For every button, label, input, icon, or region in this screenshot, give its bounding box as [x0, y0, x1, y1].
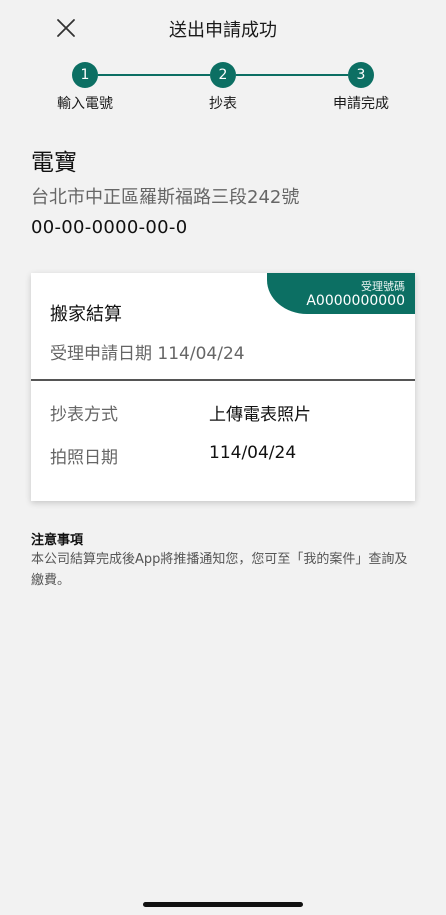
step-1-number: 1	[80, 67, 90, 83]
home-indicator[interactable]	[143, 902, 303, 907]
step-connector	[236, 74, 348, 76]
application-summary-card: 受理號碼 A0000000000 搬家結算 受理申請日期 114/04/24 抄…	[31, 273, 415, 501]
service-address: 台北市中正區羅斯福路三段242號	[31, 187, 300, 208]
ticket-number-value: A0000000000	[306, 293, 405, 309]
progress-stepper: 1 2 3 輸入電號 抄表 申請完成	[0, 60, 446, 120]
step-1-label: 輸入電號	[57, 96, 113, 112]
application-date: 受理申請日期 114/04/24	[50, 344, 245, 364]
account-name: 電寶	[31, 150, 77, 176]
step-3-number: 3	[356, 67, 366, 83]
reading-method-label: 抄表方式	[50, 405, 118, 425]
photo-date-value: 114/04/24	[209, 443, 297, 463]
step-3-indicator: 3	[348, 62, 374, 88]
notes-body: 本公司結算完成後App將推播通知您，您可至「我的案件」查詢及繳費。	[31, 552, 408, 588]
step-2-label: 抄表	[209, 96, 237, 112]
notes-heading: 注意事項	[31, 533, 84, 548]
page-title: 送出申請成功	[169, 20, 277, 41]
reading-method-value: 上傳電表照片	[209, 405, 311, 425]
step-2-number: 2	[218, 67, 228, 83]
step-1-indicator: 1	[72, 62, 98, 88]
card-divider	[31, 379, 415, 381]
photo-date-label: 拍照日期	[50, 448, 118, 468]
step-2-indicator: 2	[210, 62, 236, 88]
step-connector	[98, 74, 210, 76]
ticket-number-badge: 受理號碼 A0000000000	[267, 273, 415, 314]
application-success-page: 送出申請成功 1 2 3 輸入電號 抄表 申請完成 電寶 台北市中正區羅斯福路三…	[0, 0, 446, 915]
ticket-number-label: 受理號碼	[361, 280, 405, 293]
electricity-number: 00-00-0000-00-0	[31, 217, 188, 238]
step-3-label: 申請完成	[333, 96, 389, 112]
application-type: 搬家結算	[50, 304, 122, 325]
